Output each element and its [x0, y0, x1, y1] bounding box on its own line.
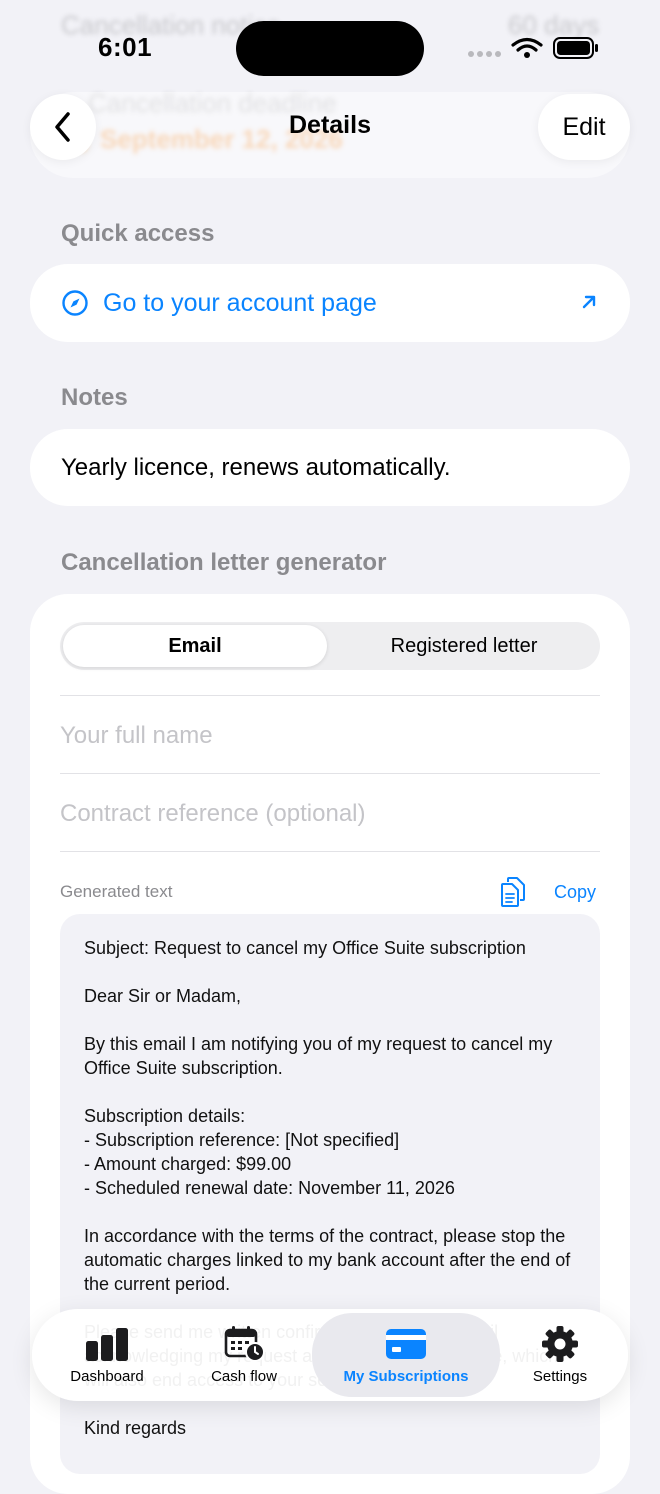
divider [60, 851, 600, 852]
segment-registered-letter[interactable]: Registered letter [330, 625, 598, 667]
status-time: 6:01 [98, 32, 153, 62]
tab-my-subscriptions-label: My Subscriptions [343, 1368, 469, 1385]
full-name-input[interactable] [60, 706, 600, 766]
gear-icon [542, 1326, 578, 1362]
divider [60, 695, 600, 696]
segment-email[interactable]: Email [63, 625, 327, 667]
letter-type-segmented-control: Email Registered letter [60, 622, 600, 670]
notes-text: Yearly licence, renews automatically. [61, 453, 451, 481]
cellular-signal-icon [468, 51, 501, 57]
credit-card-icon [386, 1329, 426, 1359]
chevron-left-icon [55, 112, 70, 142]
contract-reference-input[interactable] [60, 784, 600, 844]
account-page-link-label: Go to your account page [103, 288, 377, 317]
tab-settings[interactable]: Settings [512, 1313, 608, 1397]
tab-bar: Dashboard Cash flow My Subscriptions Set… [32, 1309, 628, 1401]
edit-button-label: Edit [562, 112, 606, 141]
tab-dashboard-label: Dashboard [70, 1368, 144, 1385]
back-button[interactable] [30, 94, 96, 160]
notes-header: Notes [61, 384, 128, 411]
generator-header: Cancellation letter generator [61, 549, 387, 576]
tab-dashboard[interactable]: Dashboard [52, 1313, 162, 1397]
wifi-icon [511, 37, 543, 58]
tab-cash-flow[interactable]: Cash flow [192, 1313, 296, 1397]
notes-card: Yearly licence, renews automatically. [30, 429, 630, 506]
divider [60, 773, 600, 774]
quick-access-header: Quick access [61, 220, 215, 247]
bar-chart-icon [86, 1328, 128, 1361]
copy-icon[interactable] [500, 877, 526, 907]
tab-cash-flow-label: Cash flow [211, 1368, 277, 1385]
battery-icon [553, 37, 598, 59]
tab-settings-label: Settings [532, 1368, 588, 1385]
edit-button[interactable]: Edit [538, 94, 630, 160]
calendar-clock-icon [224, 1326, 265, 1362]
compass-icon [62, 290, 88, 316]
tab-my-subscriptions[interactable]: My Subscriptions [312, 1313, 500, 1397]
account-page-link[interactable]: Go to your account page [30, 264, 630, 342]
arrow-up-right-icon [582, 295, 596, 309]
copy-button[interactable]: Copy [554, 882, 596, 903]
page-title: Details [289, 111, 371, 139]
generated-text-label: Generated text [60, 882, 173, 901]
dynamic-island [236, 21, 424, 76]
